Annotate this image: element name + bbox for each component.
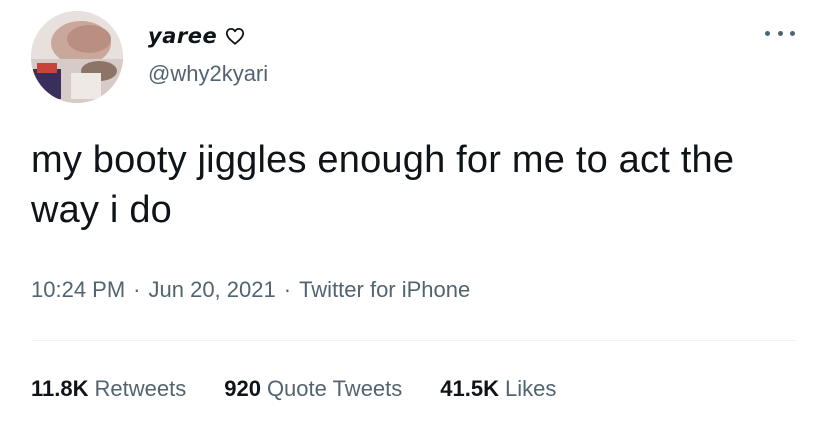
retweets-count: 11.8K (31, 376, 89, 401)
tweet-meta: 10:24 PM · Jun 20, 2021 · Twitter for iPhone (31, 275, 470, 305)
avatar-photo (31, 11, 123, 103)
display-name[interactable]: yaree (148, 22, 245, 50)
tweet-source[interactable]: Twitter for iPhone (299, 277, 470, 302)
divider (31, 340, 796, 341)
tweet-card: yaree @why2kyari my booty jiggles enough… (0, 0, 828, 434)
heart-outline-icon (226, 27, 245, 45)
tweet-stats: 11.8K Retweets 920 Quote Tweets 41.5K Likes (31, 374, 594, 404)
meta-separator: · (133, 277, 141, 302)
likes-count: 41.5K (440, 376, 499, 401)
more-icon[interactable] (765, 22, 795, 44)
meta-separator: · (283, 277, 292, 302)
tweet-time[interactable]: 10:24 PM (31, 277, 125, 302)
tweet-date[interactable]: Jun 20, 2021 (149, 277, 276, 302)
more-dot (765, 30, 770, 36)
display-name-text: yaree (148, 24, 218, 48)
quote-tweets-count: 920 (224, 376, 261, 401)
more-dot (777, 30, 783, 36)
user-handle[interactable]: @why2kyari (148, 60, 268, 88)
quote-tweets-stat[interactable]: 920 Quote Tweets (224, 374, 402, 404)
tweet-text: my booty jiggles enough for me to act th… (31, 139, 735, 231)
retweets-label: Retweets (94, 376, 187, 401)
retweets-stat[interactable]: 11.8K Retweets (31, 374, 186, 404)
more-dot (790, 30, 795, 36)
likes-stat[interactable]: 41.5K Likes (440, 374, 556, 404)
likes-label: Likes (505, 376, 557, 401)
avatar[interactable] (31, 11, 123, 103)
quote-tweets-label: Quote Tweets (266, 376, 403, 401)
